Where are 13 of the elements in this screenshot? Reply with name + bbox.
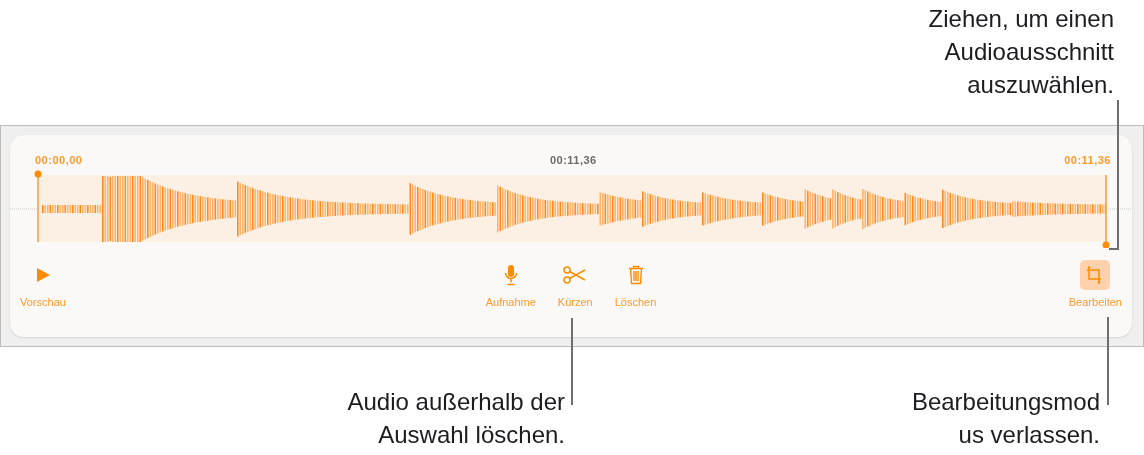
delete-button[interactable]: Löschen bbox=[614, 260, 657, 309]
duration-time: 00:11,36 bbox=[549, 153, 597, 168]
start-handle[interactable] bbox=[34, 170, 42, 243]
callout-text: Audio außerhalb der Auswahl löschen. bbox=[347, 387, 565, 450]
edit-button[interactable]: Bearbeiten bbox=[1068, 260, 1122, 309]
preview-button[interactable]: Vorschau bbox=[20, 260, 66, 309]
trim-button[interactable]: Kürzen bbox=[557, 260, 593, 309]
callout-text: Bearbeitungsmod us verlassen. bbox=[911, 387, 1100, 450]
end-handle[interactable] bbox=[1102, 174, 1110, 248]
callout-text: Ziehen, um einen Audioausschnitt auszuwählen. bbox=[928, 4, 1114, 100]
start-time: 00:00,00 bbox=[35, 153, 83, 168]
end-time: 00:11,36 bbox=[1064, 153, 1111, 168]
record-button[interactable]: Aufnahme bbox=[485, 260, 536, 309]
